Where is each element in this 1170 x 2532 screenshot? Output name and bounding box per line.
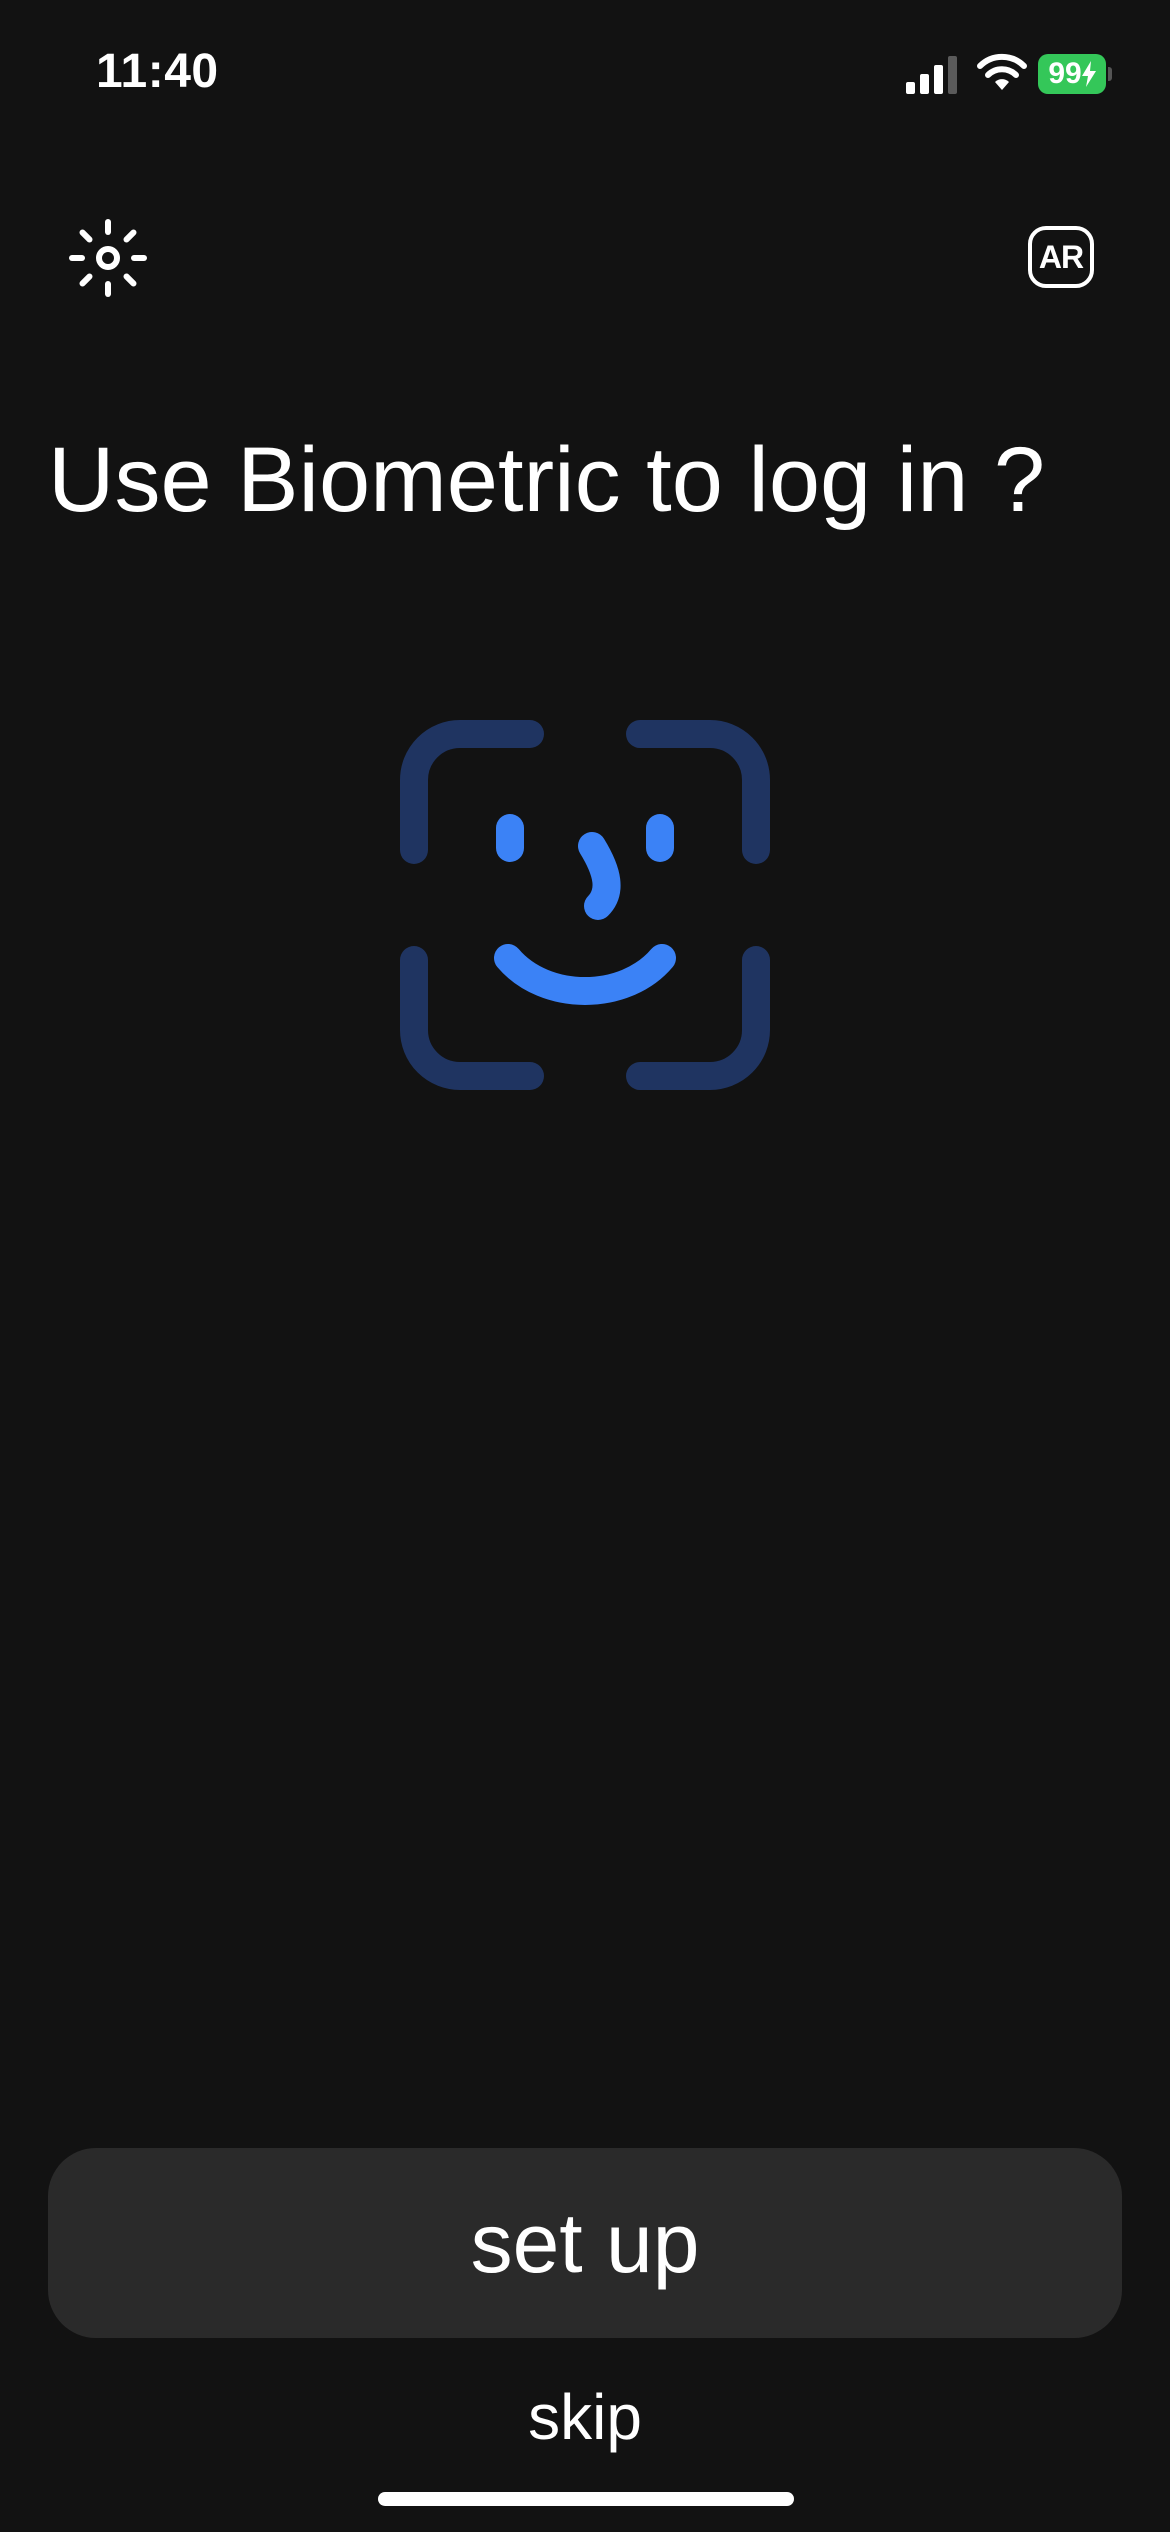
wifi-icon: [977, 53, 1027, 90]
skip-button[interactable]: skip: [0, 2380, 1170, 2454]
status-bar: 11:40 99: [0, 0, 1170, 150]
face-id-icon: [400, 720, 770, 1090]
battery-indicator: 99: [1038, 54, 1112, 94]
battery-body: 99: [1038, 54, 1106, 94]
home-indicator: [378, 2492, 794, 2506]
battery-level: 99: [1048, 57, 1082, 90]
bolt-icon: [1081, 61, 1096, 87]
language-toggle-button[interactable]: AR: [1028, 226, 1094, 288]
sun-icon: [69, 219, 147, 297]
cellular-signal-icon: [906, 56, 957, 94]
brightness-button[interactable]: [68, 218, 148, 298]
page-title: Use Biometric to log in ?: [48, 429, 1046, 531]
status-time: 11:40: [96, 45, 219, 98]
setup-button[interactable]: set up: [48, 2148, 1122, 2338]
battery-tip: [1108, 67, 1112, 81]
